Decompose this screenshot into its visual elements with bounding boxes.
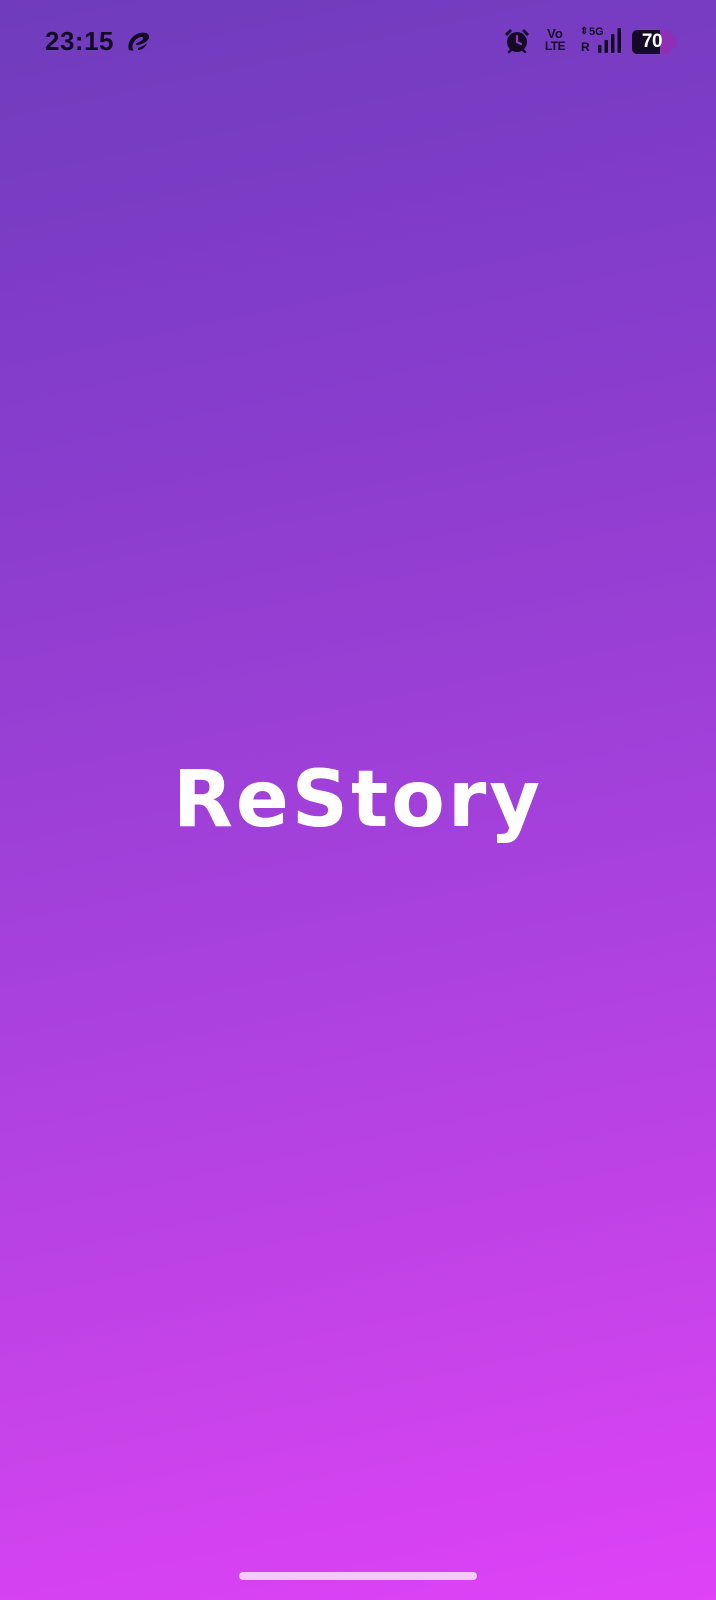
battery-percent: 70: [641, 31, 663, 52]
signal-bars-icon: [598, 28, 621, 53]
alarm-clock-icon: [505, 29, 529, 54]
battery-icon: 70: [632, 30, 672, 54]
status-bar: 23:15 Vo LTE ⇕ 5G R 70: [0, 0, 716, 84]
battery-cap: [672, 36, 677, 48]
splash-app-name: ReStory: [172, 755, 544, 845]
home-gesture-bar[interactable]: [239, 1572, 477, 1580]
data-arrows-icon: ⇕: [580, 26, 589, 37]
volte-indicator: Vo LTE: [544, 26, 566, 53]
status-time: 23:15: [45, 26, 114, 56]
airtel-logo-icon: [128, 32, 150, 51]
battery-indicator: 70: [632, 30, 678, 54]
